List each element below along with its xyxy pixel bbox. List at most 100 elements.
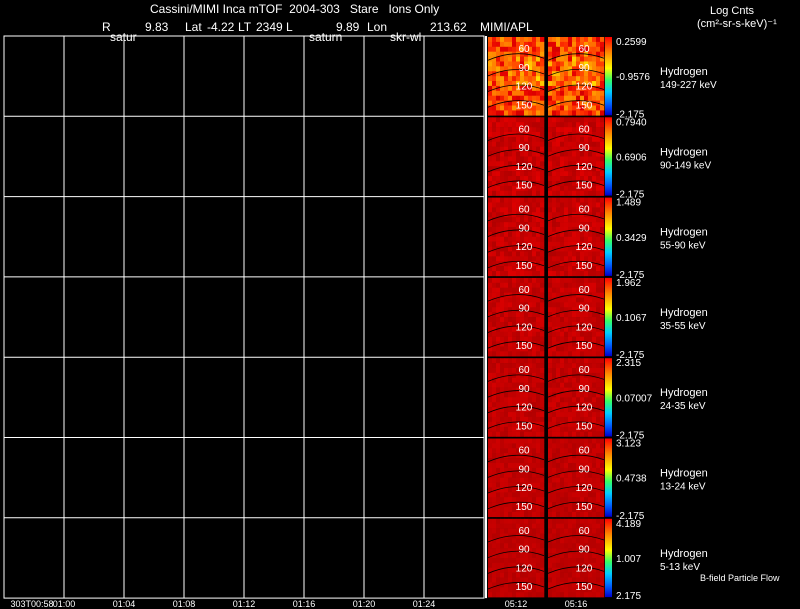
pitch-cell xyxy=(556,462,561,469)
pitch-cell xyxy=(592,110,597,116)
pitch-cell xyxy=(556,222,561,228)
pitch-cell xyxy=(564,117,569,123)
pitch-angle-label: 60 xyxy=(578,44,590,55)
pitch-cell xyxy=(568,207,573,213)
pitch-cell xyxy=(540,592,545,598)
pitch-cell xyxy=(568,443,573,449)
pitch-cell xyxy=(568,492,573,498)
pitch-cell xyxy=(540,271,545,277)
pitch-cell xyxy=(560,402,565,408)
pitch-cell xyxy=(576,197,581,203)
pitch-cell xyxy=(592,523,597,529)
pitch-cell xyxy=(568,367,573,374)
pitch-cell xyxy=(532,572,537,578)
pitch-cell xyxy=(564,302,569,308)
pitch-cell xyxy=(496,282,501,288)
pitch-cell xyxy=(552,382,557,388)
pitch-cell xyxy=(532,477,537,483)
pitch-cell xyxy=(508,458,513,464)
pitch-cell xyxy=(564,523,569,529)
pitch-cell xyxy=(552,572,557,578)
pitch-cell xyxy=(504,207,509,213)
pitch-cell xyxy=(500,256,505,262)
pitch-cell xyxy=(496,37,501,43)
pitch-cell xyxy=(560,477,565,483)
pitch-cell xyxy=(516,458,521,464)
pitch-cell xyxy=(532,161,537,167)
pitch-cell xyxy=(560,37,565,43)
pitch-cell xyxy=(560,277,565,284)
pitch-cell xyxy=(536,56,541,62)
pitch-cell xyxy=(592,582,597,588)
pitch-cell xyxy=(552,37,557,43)
pitch-cell xyxy=(492,156,497,162)
pitch-cell xyxy=(568,105,573,111)
pitch-cell xyxy=(592,557,597,564)
pitch-cell xyxy=(500,331,505,337)
pitch-cell xyxy=(536,287,541,293)
pitch-cell xyxy=(556,95,561,101)
pitch-cell xyxy=(552,397,557,403)
pitch-cell xyxy=(536,297,541,303)
pitch-cell xyxy=(584,37,589,43)
pitch-cell xyxy=(488,592,493,598)
pitch-cell xyxy=(496,266,501,272)
pitch-cell xyxy=(492,226,497,233)
pitch-cell xyxy=(488,236,493,242)
pitch-cell xyxy=(592,482,597,488)
pitch-cell xyxy=(556,572,561,578)
pitch-cell xyxy=(560,507,565,513)
pitch-cell xyxy=(532,202,537,208)
pitch-cell xyxy=(540,416,545,423)
pitch-cell xyxy=(552,307,557,313)
pitch-cell xyxy=(492,507,497,513)
pitch-cell xyxy=(500,122,505,128)
pitch-cell xyxy=(564,443,569,449)
pitch-cell xyxy=(532,392,537,398)
pitch-angle-label: 120 xyxy=(576,483,593,494)
pitch-cell xyxy=(496,81,501,87)
pitch-cell xyxy=(492,185,497,191)
pitch-cell xyxy=(572,127,577,133)
pitch-cell xyxy=(552,171,557,177)
pitch-cell xyxy=(592,377,597,383)
pitch-cell xyxy=(512,66,517,72)
pitch-cell xyxy=(540,462,545,469)
species-label: Hydrogen xyxy=(660,227,708,239)
pitch-cell xyxy=(508,271,513,277)
pitch-cell xyxy=(552,467,557,474)
pitch-cell xyxy=(504,277,509,284)
pitch-cell xyxy=(552,190,557,196)
pitch-cell xyxy=(596,467,601,474)
pitch-cell xyxy=(536,207,541,213)
pitch-angle-label: 150 xyxy=(576,341,593,352)
pitch-cell xyxy=(536,76,541,82)
pitch-cell xyxy=(532,367,537,374)
pitch-cell xyxy=(568,431,573,437)
pitch-cell xyxy=(496,271,501,277)
pitch-angle-label: 120 xyxy=(516,82,533,93)
pitch-cell xyxy=(496,61,501,67)
pitch-cell xyxy=(488,336,493,342)
pitch-cell xyxy=(540,241,545,247)
pitch-cell xyxy=(496,251,501,257)
pitch-cell xyxy=(600,317,605,323)
colorbar-2 xyxy=(605,117,612,196)
pitch-angle-label: 150 xyxy=(516,341,533,352)
pitch-cell xyxy=(532,587,537,593)
pitch-cell xyxy=(492,292,497,298)
pitch-cell xyxy=(580,438,585,444)
pitch-cell xyxy=(548,256,553,262)
pitch-cell xyxy=(540,382,545,388)
pitch-cell xyxy=(560,312,565,318)
pitch-cell xyxy=(564,553,569,559)
pitch-cell xyxy=(552,543,557,549)
pitch-cell xyxy=(524,358,529,364)
pitch-cell xyxy=(556,477,561,483)
pitch-cell xyxy=(556,443,561,449)
pitch-cell xyxy=(548,382,553,388)
pitch-cell xyxy=(556,202,561,208)
pitch-cell xyxy=(548,190,553,196)
pitch-cell xyxy=(508,56,513,62)
pitch-cell xyxy=(588,538,593,544)
